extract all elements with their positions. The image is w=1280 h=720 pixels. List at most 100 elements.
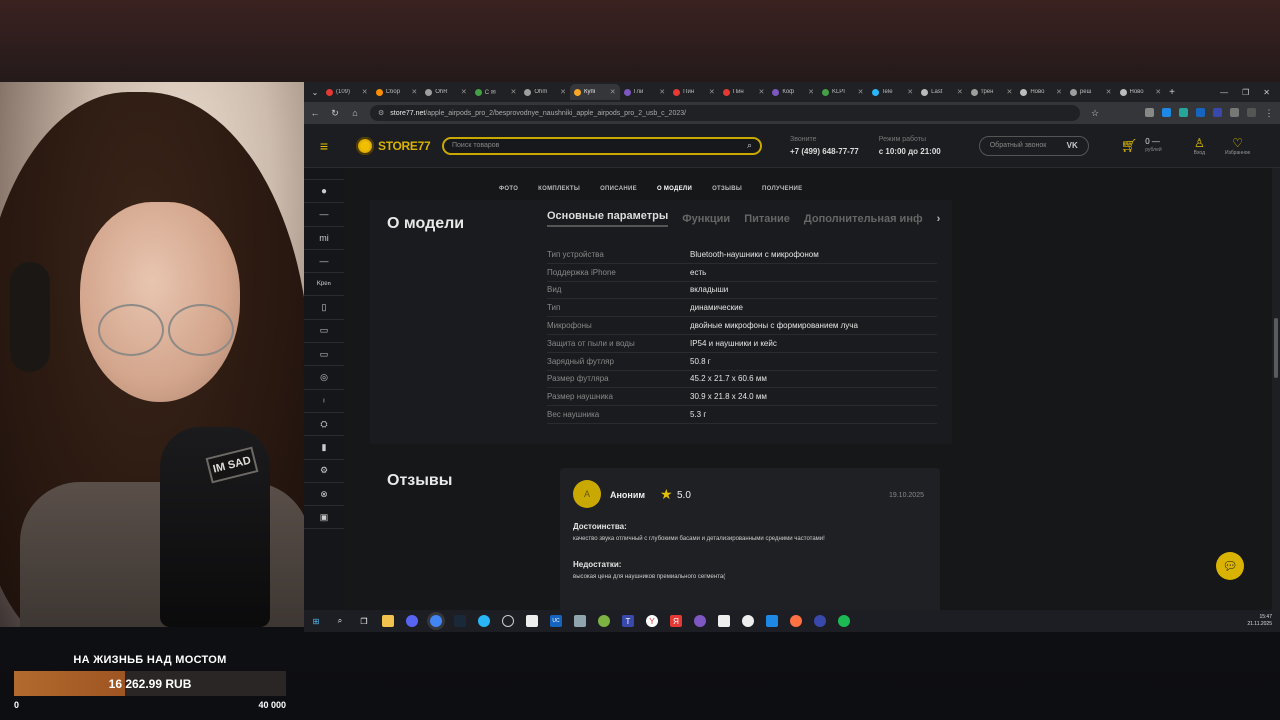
callback-button[interactable]: Обратный звонок VK bbox=[978, 135, 1089, 156]
app-icon[interactable] bbox=[574, 615, 586, 627]
yandex-icon[interactable]: Y bbox=[646, 615, 658, 627]
cart-button[interactable]: 🛒︎ 0 — рублей bbox=[1121, 137, 1162, 155]
browser-tab[interactable]: Tele ✕ bbox=[868, 84, 918, 100]
app-icon[interactable]: T bbox=[622, 615, 634, 627]
browser-tab[interactable]: peш ✕ bbox=[1066, 84, 1116, 100]
phone-number[interactable]: +7 (499) 648-77-77 bbox=[790, 146, 859, 158]
menu-burger-icon[interactable]: ≡ bbox=[304, 124, 344, 168]
bookmark-star-icon[interactable]: ☆ bbox=[1090, 108, 1100, 119]
chat-icon[interactable]: 💬︎ bbox=[1216, 552, 1244, 580]
tab-close-icon[interactable]: ✕ bbox=[659, 88, 665, 96]
tab-close-icon[interactable]: ✕ bbox=[560, 88, 566, 96]
browser-tab[interactable]: С ✉ ✕ bbox=[471, 84, 521, 100]
browser-tab[interactable]: Ново ✕ bbox=[1016, 84, 1066, 100]
home-icon[interactable]: ⌂ bbox=[350, 108, 360, 118]
tab-close-icon[interactable]: ✕ bbox=[907, 88, 913, 96]
file-explorer-icon[interactable] bbox=[382, 615, 394, 627]
watch-icon[interactable]: ◎ bbox=[304, 366, 344, 390]
app-icon[interactable] bbox=[742, 615, 754, 627]
tab-close-icon[interactable]: ✕ bbox=[411, 88, 417, 96]
extension-icon[interactable] bbox=[1162, 107, 1171, 117]
browser-tab[interactable]: KLPI ✕ bbox=[818, 84, 868, 100]
taskbar-clock[interactable]: 15:47 21.11.2025 bbox=[1247, 614, 1280, 628]
console-icon[interactable]: ▣ bbox=[304, 506, 344, 530]
profile-icon[interactable] bbox=[1247, 107, 1256, 117]
search-input[interactable]: Поиск товаров ⌕ bbox=[442, 136, 762, 155]
model-subtab[interactable]: Основные параметры bbox=[547, 210, 669, 227]
obs-icon[interactable] bbox=[502, 615, 514, 627]
extensions-menu-icon[interactable] bbox=[1230, 107, 1239, 117]
extension-icon[interactable] bbox=[1179, 107, 1188, 117]
phone-icon[interactable]: ▯ bbox=[304, 296, 344, 320]
site-info-icon[interactable]: ⚙ bbox=[378, 109, 384, 117]
app-icon[interactable]: UC bbox=[550, 615, 562, 627]
start-icon[interactable]: ⊞ bbox=[310, 615, 322, 627]
browser-tab[interactable]: Коф ✕ bbox=[768, 84, 818, 100]
model-subtab[interactable]: Дополнительная инф bbox=[804, 213, 923, 225]
spotify-icon[interactable] bbox=[838, 615, 850, 627]
document-icon[interactable] bbox=[526, 615, 538, 627]
tab-close-icon[interactable]: ✕ bbox=[1155, 88, 1161, 96]
task-view-icon[interactable]: ❐ bbox=[358, 615, 370, 627]
tablet-icon[interactable]: ▭ bbox=[304, 320, 344, 344]
brand-icon[interactable]: ᴷᵖᵉⁿ bbox=[304, 273, 344, 297]
app-icon[interactable] bbox=[694, 615, 706, 627]
model-subtab[interactable]: Функции bbox=[682, 213, 730, 225]
minimize-icon[interactable]: — bbox=[1220, 88, 1228, 97]
restore-icon[interactable]: ❐ bbox=[1242, 88, 1249, 97]
scrollbar-thumb[interactable] bbox=[1274, 318, 1278, 378]
back-icon[interactable]: ← bbox=[310, 108, 320, 118]
tab-close-icon[interactable]: ✕ bbox=[1056, 88, 1062, 96]
dash-icon[interactable]: — bbox=[304, 250, 344, 274]
vk-icon[interactable]: VK bbox=[1067, 141, 1078, 150]
reload-icon[interactable]: ↻ bbox=[330, 108, 340, 119]
browser-tab[interactable]: трен ✕ bbox=[967, 84, 1017, 100]
dash-icon[interactable]: — bbox=[304, 203, 344, 227]
stats-icon[interactable] bbox=[766, 615, 778, 627]
tab-close-icon[interactable]: ✕ bbox=[610, 88, 616, 96]
browser-tab[interactable]: Last ✕ bbox=[917, 84, 967, 100]
browser-tab[interactable]: Гли ✕ bbox=[620, 84, 670, 100]
extension-icon[interactable] bbox=[1145, 107, 1154, 117]
telegram-icon[interactable] bbox=[478, 615, 490, 627]
chrome-icon[interactable] bbox=[430, 615, 442, 627]
anchor-link[interactable]: О МОДЕЛИ bbox=[657, 186, 692, 192]
browser-tab[interactable]: (109) ✕ bbox=[322, 84, 372, 100]
yandex-music-icon[interactable]: Я bbox=[670, 615, 682, 627]
tab-close-icon[interactable]: ✕ bbox=[758, 88, 764, 96]
login-button[interactable]: ♙ Вход bbox=[1194, 136, 1205, 156]
app-icon[interactable] bbox=[598, 615, 610, 627]
gamepad-icon[interactable]: ⛭ bbox=[304, 413, 344, 437]
model-subtab[interactable]: Питание bbox=[744, 213, 790, 225]
tab-close-icon[interactable]: ✕ bbox=[461, 88, 467, 96]
notepad-icon[interactable] bbox=[718, 615, 730, 627]
settings-icon[interactable]: ⚙ bbox=[304, 460, 344, 483]
apple-icon[interactable]: ● bbox=[304, 180, 344, 204]
tab-close-icon[interactable]: ✕ bbox=[957, 88, 963, 96]
dyson-icon[interactable]: ⊗ bbox=[304, 483, 344, 507]
browser-tab[interactable]: OhR ✕ bbox=[421, 84, 471, 100]
tab-close-icon[interactable]: ✕ bbox=[709, 88, 715, 96]
browser-tab[interactable]: Ново ✕ bbox=[1116, 84, 1166, 100]
url-field[interactable]: ⚙ store77.net/apple_airpods_pro_2/bespro… bbox=[370, 105, 1080, 121]
extension-icon[interactable] bbox=[1196, 107, 1205, 117]
favorites-button[interactable]: ♡ Избранное bbox=[1225, 136, 1250, 156]
tab-search-icon[interactable]: ⌄ bbox=[308, 85, 322, 99]
anchor-link[interactable]: ОТЗЫВЫ bbox=[712, 186, 742, 192]
browser-tab[interactable]: Купі ✕ bbox=[569, 84, 620, 100]
new-tab-button[interactable]: + bbox=[1165, 87, 1179, 98]
chevron-right-icon[interactable]: › bbox=[937, 213, 941, 225]
anchor-link[interactable]: ОПИСАНИЕ bbox=[600, 186, 637, 192]
browser-menu-icon[interactable]: ⋮ bbox=[1264, 108, 1274, 119]
app-icon[interactable] bbox=[814, 615, 826, 627]
anchor-link[interactable]: ФОТО bbox=[499, 186, 518, 192]
browser-tab[interactable]: Сбор ✕ bbox=[372, 84, 422, 100]
tab-close-icon[interactable]: ✕ bbox=[1106, 88, 1112, 96]
mi-icon[interactable]: mi bbox=[304, 227, 344, 250]
steam-icon[interactable] bbox=[454, 615, 466, 627]
close-window-icon[interactable]: ✕ bbox=[1263, 88, 1270, 97]
earbuds-icon[interactable]: ᵎ bbox=[304, 390, 344, 413]
search-icon[interactable]: ⌕ bbox=[334, 615, 346, 627]
search-icon[interactable]: ⌕ bbox=[747, 140, 752, 151]
store-logo[interactable]: STORE77 bbox=[356, 136, 432, 155]
